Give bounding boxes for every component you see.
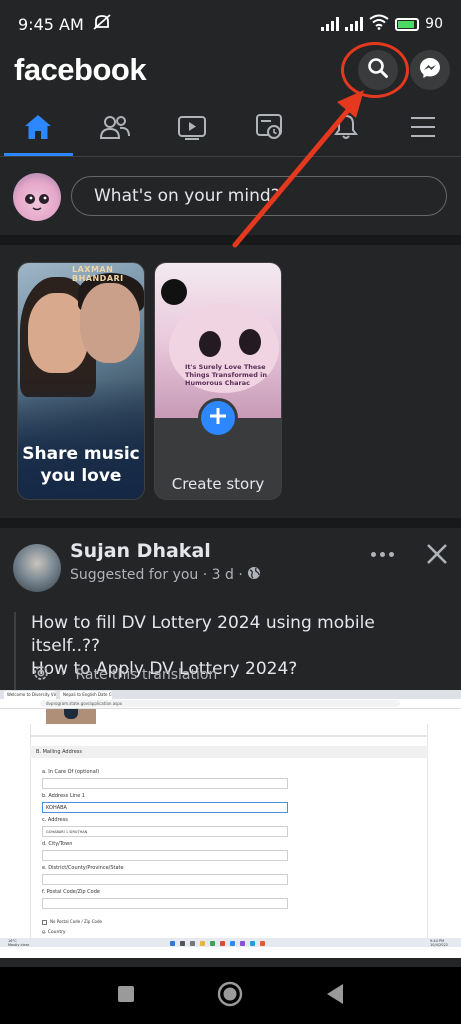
status-input[interactable]: What's on your mind? (71, 176, 447, 216)
taskbar-icon (220, 941, 225, 946)
globe-icon (247, 566, 261, 584)
tab-menu[interactable] (384, 102, 461, 156)
status-bar: 9:45 AM 90 (0, 0, 461, 48)
section-divider (0, 518, 461, 528)
status-time: 9:45 AM (18, 14, 84, 34)
video-icon (177, 114, 207, 144)
taskbar-weather: 16°C Mostly clear (8, 939, 30, 947)
messenger-icon (418, 56, 442, 84)
taskbar-icon (200, 941, 205, 946)
battery-level: 90 (425, 16, 443, 32)
dot-separator: · (61, 667, 66, 683)
main-nav (0, 102, 461, 156)
form-input: KOHABA (42, 802, 288, 813)
close-icon (425, 544, 449, 570)
create-story-card[interactable]: It's Surely Love These Things Transforme… (154, 262, 282, 500)
signal-icon (345, 17, 364, 31)
section-divider (0, 235, 461, 245)
story-label: Share music you love (22, 444, 140, 486)
browser-url: dvprogram.state.gov/application.aspx (40, 700, 400, 707)
home-circle-icon (217, 981, 243, 1011)
tab-watch[interactable] (154, 102, 231, 156)
taskbar-clock: 9:44 PM 10/4/2022 (430, 939, 448, 947)
author-avatar[interactable] (13, 544, 61, 592)
wifi-icon (369, 14, 389, 34)
form-label: d. City/Town (42, 841, 73, 847)
browser-tab: Welcome to Diversity Visa Program (4, 691, 56, 699)
taskbar-icon (240, 941, 245, 946)
form-input (42, 850, 288, 861)
rate-translation-row[interactable]: · Rate this translation (14, 658, 434, 692)
taskbar-icon (230, 941, 235, 946)
gear-icon (31, 663, 51, 687)
system-navigation-bar (0, 967, 461, 1024)
signal-icon (321, 17, 340, 31)
tab-friends[interactable] (77, 102, 154, 156)
bell-icon (332, 113, 360, 145)
stories-tray: LAXMAN BHANDARI Share music you love It'… (0, 245, 461, 518)
post-meta-text: Suggested for you · 3 d · (70, 567, 243, 583)
menu-icon (409, 115, 437, 143)
post-meta: Suggested for you · 3 d · (70, 566, 261, 584)
tab-home[interactable] (0, 102, 77, 156)
back-button[interactable] (318, 979, 352, 1013)
browser-tabs: Welcome to Diversity Visa Program Nepali… (0, 690, 461, 699)
post-image[interactable]: Welcome to Diversity Visa Program Nepali… (0, 690, 461, 958)
post-composer: What's on your mind? (0, 157, 461, 233)
windows-icon (170, 941, 175, 946)
avatar[interactable] (13, 173, 61, 221)
messenger-button[interactable] (410, 50, 450, 90)
friends-icon (99, 114, 131, 144)
form-label: a. In Care Of (optional) (42, 769, 100, 775)
story-card-music[interactable]: LAXMAN BHANDARI Share music you love (17, 262, 145, 500)
form-input (42, 874, 288, 885)
taskbar-icon (210, 941, 215, 946)
battery-icon (395, 17, 420, 31)
form-label: g. Country (42, 930, 66, 935)
mute-icon (92, 13, 112, 35)
form-card (30, 736, 428, 946)
post-author[interactable]: Sujan Dhakal (70, 540, 211, 562)
checkbox (42, 920, 47, 925)
tab-notifications[interactable] (307, 102, 384, 156)
form-input (42, 778, 288, 789)
form-label: b. Address Line 1 (42, 793, 86, 799)
recents-button[interactable] (109, 979, 143, 1013)
post-text-line: How to fill DV Lottery 2024 using mobile… (31, 613, 375, 656)
form-input (42, 898, 288, 909)
story-label: Create story (171, 475, 265, 493)
browser-url-bar: dvprogram.state.gov/application.aspx (0, 699, 461, 709)
form-label: e. District/County/Province/State (42, 865, 124, 871)
post-options-button[interactable] (368, 542, 396, 566)
form-label: f. Postal Code/Zip Code (42, 889, 100, 895)
facebook-logo[interactable]: facebook (14, 52, 147, 88)
plus-icon (209, 407, 227, 429)
story-poster-text: LAXMAN BHANDARI (72, 265, 124, 283)
form-section-title: B. Mailing Address (30, 746, 428, 758)
back-icon (325, 983, 345, 1009)
browser-tab: Nepali to English Date Converte (60, 691, 112, 699)
annotation-circle (341, 42, 409, 98)
taskbar-icon (260, 941, 265, 946)
taskbar-icon (180, 941, 185, 946)
story-image-text: It's Surely Love These Things Transforme… (185, 363, 267, 387)
add-story-button[interactable] (198, 398, 238, 438)
recents-icon (117, 985, 135, 1007)
home-icon (23, 113, 53, 145)
tab-memories[interactable] (230, 102, 307, 156)
rate-translation-link[interactable]: Rate this translation (75, 667, 217, 683)
taskbar-icon (250, 941, 255, 946)
form-label: No Postal Code / Zip Code (50, 919, 102, 924)
hide-post-button[interactable] (425, 542, 449, 566)
applicant-photo (46, 709, 96, 724)
taskbar-icon (190, 941, 195, 946)
story-image: It's Surely Love These Things Transforme… (155, 263, 281, 418)
home-button[interactable] (213, 979, 247, 1013)
memories-icon (254, 113, 284, 145)
form-input: GOHABARI 1 SIRUTHAN (42, 826, 288, 837)
form-label: c. Address (42, 817, 68, 823)
